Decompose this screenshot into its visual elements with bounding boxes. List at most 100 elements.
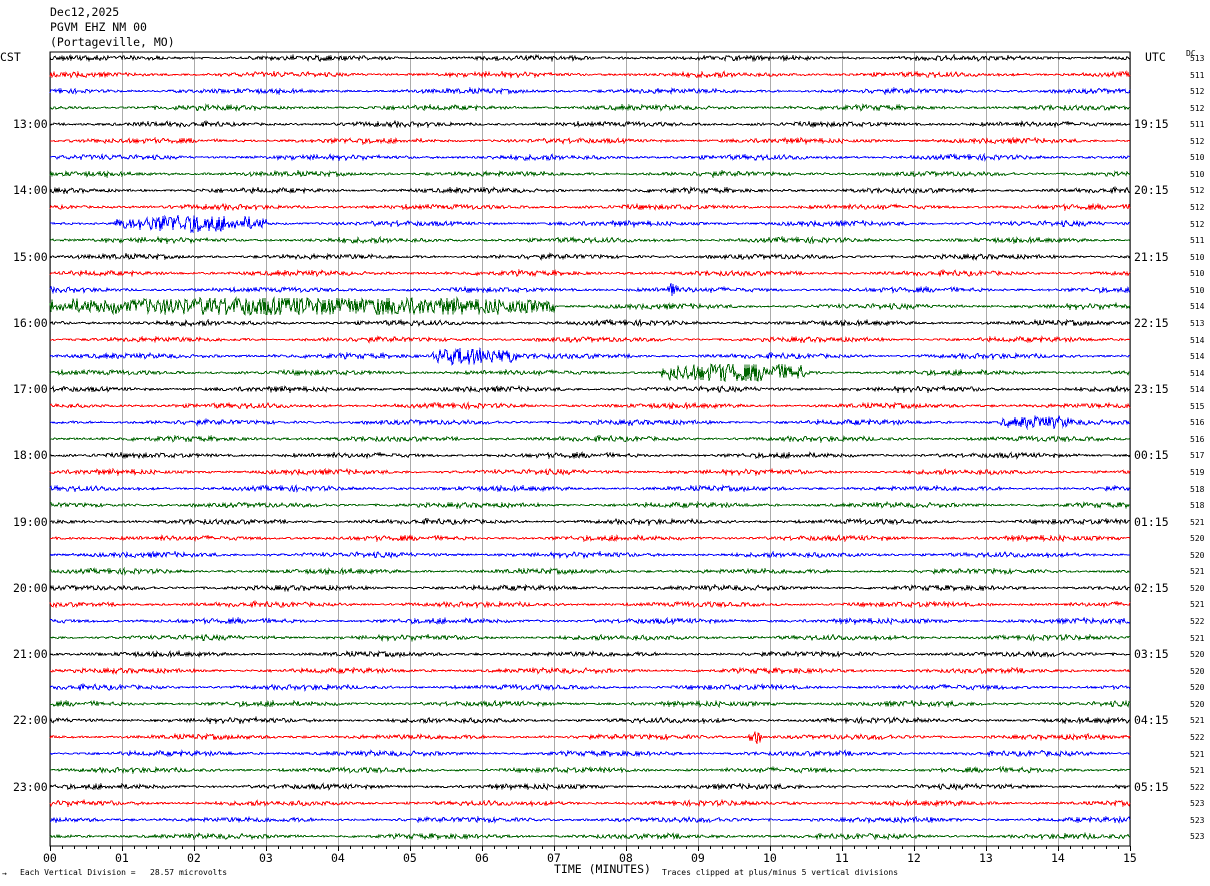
left-hour-label: 17:00 (13, 382, 48, 397)
trace-row-33 (49, 600, 1131, 610)
dc-offset-label: 514 (1190, 368, 1205, 378)
dc-offset-label: 516 (1190, 434, 1205, 444)
trace-row-25 (49, 467, 1131, 477)
x-tick-label: 06 (475, 851, 489, 865)
trace-row-46 (49, 815, 1131, 825)
trace-row-12 (49, 252, 1131, 262)
right-hour-label: 21:15 (1134, 249, 1169, 264)
dc-offset-label: 514 (1190, 302, 1205, 312)
dc-offset-label: 510 (1190, 285, 1205, 295)
dc-offset-label: 523 (1190, 815, 1205, 825)
trace-row-26 (49, 484, 1131, 493)
dc-offset-label: 513 (1190, 318, 1205, 328)
right-hour-label: 00:15 (1134, 448, 1169, 463)
trace-row-5 (49, 136, 1131, 146)
dc-offset-label: 521 (1190, 633, 1205, 643)
dc-offset-label: 512 (1190, 87, 1205, 97)
dc-offset-label: 518 (1190, 484, 1205, 494)
dc-offset-label: 521 (1190, 716, 1205, 726)
trace-row-2 (49, 86, 1131, 96)
trace-row-41 (49, 731, 1131, 744)
trace-row-34 (49, 616, 1131, 626)
trace-row-38 (49, 683, 1131, 692)
x-tick-label: 12 (907, 851, 921, 865)
trace-row-36 (49, 649, 1131, 659)
trace-row-43 (49, 765, 1131, 775)
x-tick-label: 14 (1051, 851, 1065, 865)
left-hour-label: 13:00 (13, 117, 48, 132)
trace-row-3 (49, 103, 1131, 113)
right-hour-label: 01:15 (1134, 514, 1169, 529)
trace-row-47 (49, 831, 1131, 841)
trace-row-23 (49, 434, 1131, 444)
trace-row-32 (49, 583, 1131, 593)
trace-row-28 (49, 517, 1131, 527)
dc-offset-label: 522 (1190, 782, 1205, 792)
dc-offset-label: 522 (1190, 617, 1205, 627)
right-hour-label: 20:15 (1134, 183, 1169, 198)
trace-row-16 (49, 318, 1131, 328)
right-hour-label: 22:15 (1134, 315, 1169, 330)
x-tick-label: 05 (403, 851, 417, 865)
x-tick-label: 11 (835, 851, 849, 865)
dc-offset-label: 510 (1190, 252, 1205, 262)
dc-offset-label: 521 (1190, 600, 1205, 610)
x-tick-label: 03 (259, 851, 273, 865)
right-hour-label: 05:15 (1134, 779, 1169, 794)
x-tick-label: 09 (691, 851, 705, 865)
dc-offset-label: 518 (1190, 501, 1205, 511)
trace-row-44 (49, 782, 1131, 792)
trace-row-0 (49, 53, 1131, 63)
left-hour-label: 16:00 (13, 315, 48, 330)
dc-offset-label: 512 (1190, 103, 1205, 113)
dc-offset-label: 520 (1190, 650, 1205, 660)
x-tick-label: 02 (187, 851, 201, 865)
dc-offset-label: 520 (1190, 583, 1205, 593)
dc-offset-label: 514 (1190, 335, 1205, 345)
dc-offset-label: 520 (1190, 534, 1205, 544)
right-hour-label: 19:15 (1134, 117, 1169, 132)
trace-row-22 (49, 415, 1131, 430)
dc-offset-label: 514 (1190, 385, 1205, 395)
x-tick-label: 15 (1123, 851, 1137, 865)
x-tick-label: 01 (115, 851, 129, 865)
x-tick-label: 13 (979, 851, 993, 865)
trace-row-30 (49, 550, 1131, 560)
trace-row-20 (49, 384, 1131, 394)
left-hour-label: 18:00 (13, 448, 48, 463)
dc-offset-label: 520 (1190, 666, 1205, 676)
trace-row-18 (49, 347, 1131, 366)
dc-offset-label: 511 (1190, 120, 1205, 130)
dc-offset-label: 510 (1190, 269, 1205, 279)
left-hour-label: 22:00 (13, 713, 48, 728)
x-axis-label: TIME (MINUTES) (554, 862, 651, 876)
trace-row-9 (49, 202, 1131, 212)
trace-row-11 (49, 235, 1131, 245)
dc-offset-label: 511 (1190, 70, 1205, 80)
dc-offset-label: 521 (1190, 766, 1205, 776)
dc-offset-label: 510 (1190, 153, 1205, 163)
x-tick-label: 04 (331, 851, 345, 865)
plot-frame (49, 51, 1131, 847)
dc-offset-label: 515 (1190, 401, 1205, 411)
trace-row-14 (49, 283, 1131, 296)
dc-offset-label: 514 (1190, 352, 1205, 362)
dc-offset-label: 511 (1190, 236, 1205, 246)
right-hour-label: 03:15 (1134, 647, 1169, 662)
trace-row-15 (49, 296, 1131, 316)
footer-scale: Each Vertical Division = 28.57 microvolt… (20, 868, 228, 877)
trace-row-21 (49, 401, 1131, 411)
left-hour-label: 15:00 (13, 249, 48, 264)
trace-row-45 (49, 798, 1131, 808)
dc-offset-label: 520 (1190, 550, 1205, 560)
helicorder-plot (49, 51, 1131, 851)
left-hour-label: 14:00 (13, 183, 48, 198)
left-hour-label: 19:00 (13, 514, 48, 529)
trace-row-19 (49, 363, 1131, 383)
trace-row-27 (50, 501, 1131, 510)
left-hour-label: 20:00 (13, 580, 48, 595)
trace-row-35 (49, 633, 1131, 643)
dc-offset-label: 520 (1190, 683, 1205, 693)
trace-row-4 (49, 119, 1131, 129)
dc-offset-label: 512 (1190, 219, 1205, 229)
